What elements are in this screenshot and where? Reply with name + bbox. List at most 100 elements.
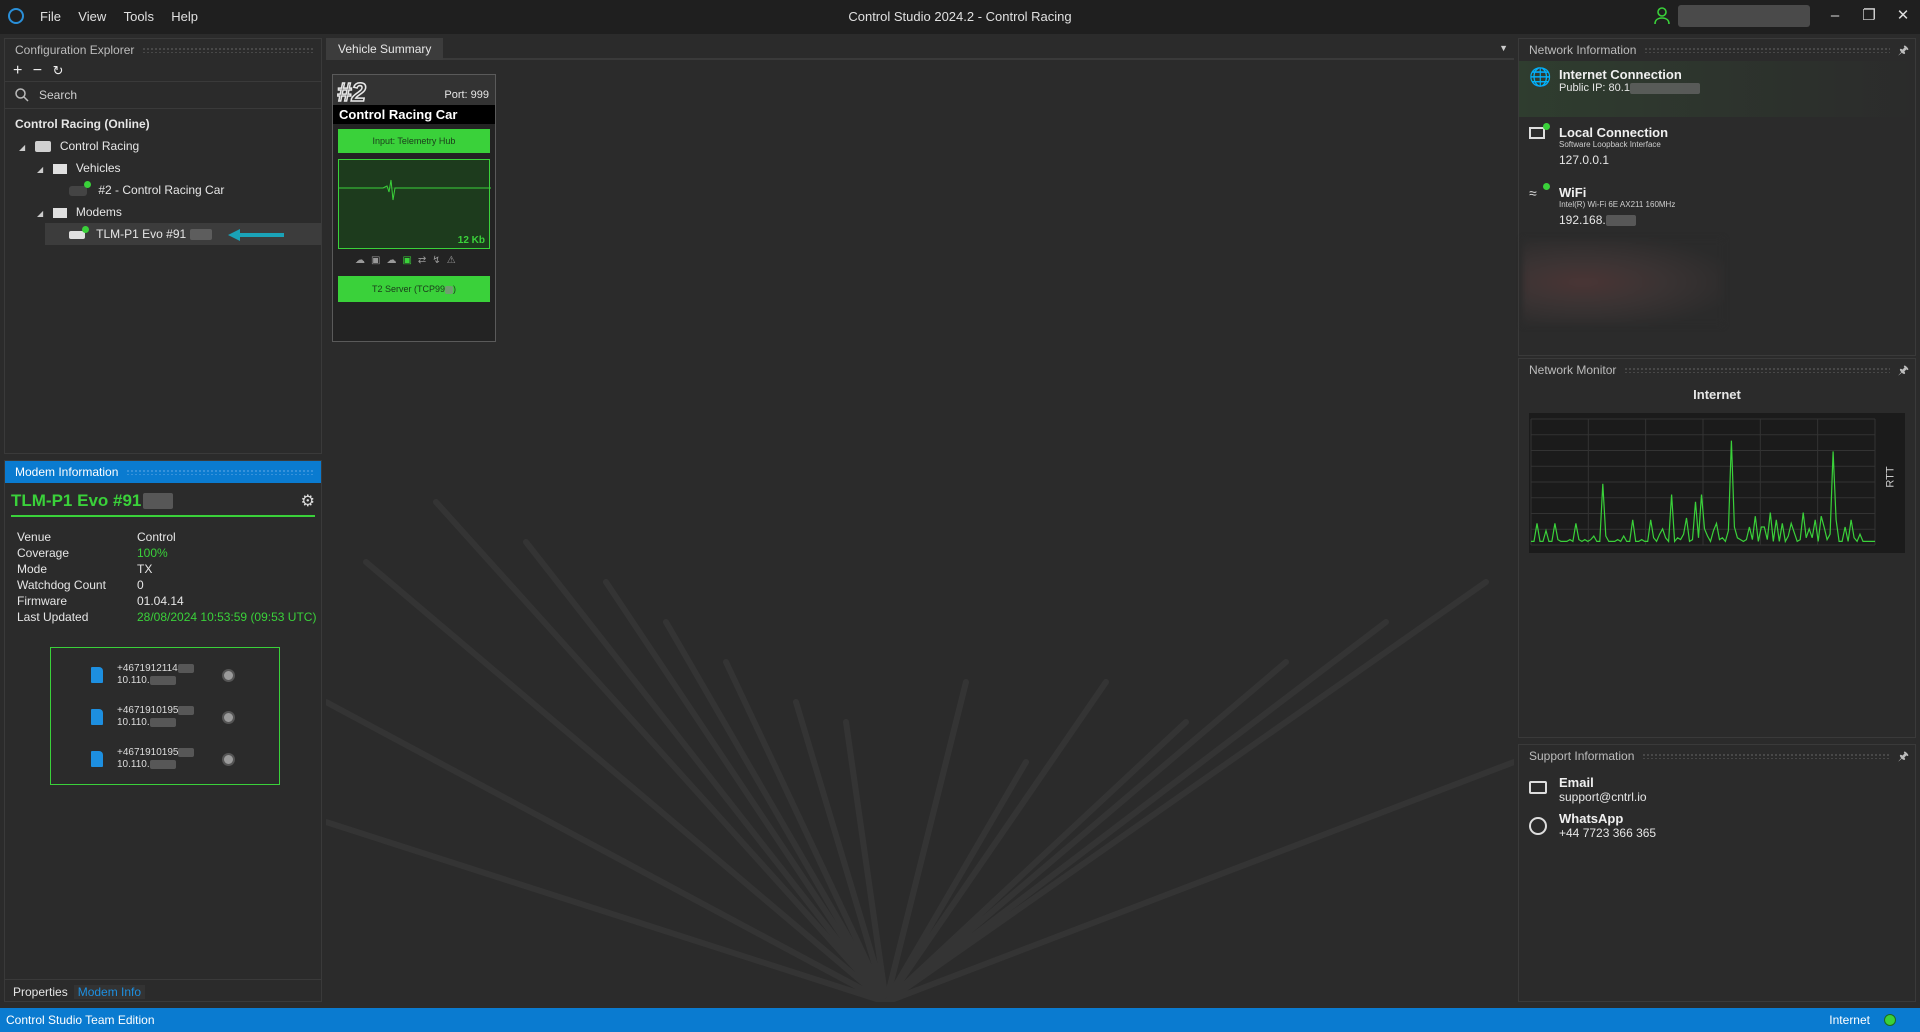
envelope-icon xyxy=(1529,781,1547,794)
wifi-sub: Intel(R) Wi-Fi 6E AX211 160MHz xyxy=(1559,200,1676,209)
pin-icon[interactable]: 🖈 xyxy=(1898,39,1909,61)
modem-field-row: Firmware 01.04.14 xyxy=(17,593,321,609)
sim-card-icon xyxy=(91,709,103,725)
modem-field-value: 100% xyxy=(137,546,168,560)
sim-list: +4671912114 10.110. +4671910195 10.110. +467… xyxy=(50,647,280,785)
support-email: Email support@cntrl.io xyxy=(1529,775,1647,804)
whatsapp-number[interactable]: +44 7723 366 365 xyxy=(1559,826,1656,840)
background-rays xyxy=(326,499,1514,1002)
internet-connection: 🌐 Internet Connection Public IP: 80.1 xyxy=(1529,67,1700,94)
modem-name-row: TLM-P1 Evo #91 ⚙ xyxy=(11,487,315,517)
user-icon[interactable] xyxy=(1654,7,1670,28)
tree-item-org[interactable]: ◢ Control Racing xyxy=(5,135,321,157)
window-controls: – ❐ ✕ xyxy=(1818,6,1920,24)
traffic-amount: 12 Kb xyxy=(457,235,485,246)
modem-field-key: Watchdog Count xyxy=(17,578,106,592)
user-name-redacted xyxy=(1678,5,1810,27)
sim-card-icon xyxy=(91,751,103,767)
wifi-title: WiFi xyxy=(1559,185,1587,200)
server-button[interactable]: T2 Server (TCP99) xyxy=(338,276,490,302)
internet-public-ip: Public IP: 80.1 xyxy=(1559,82,1630,94)
redacted-connection xyxy=(1523,239,1723,325)
laptop-icon: ▣ xyxy=(371,255,387,266)
modem-field-key: Venue xyxy=(17,530,52,544)
modem-field-row: Coverage 100% xyxy=(17,545,321,561)
modem-field-key: Mode xyxy=(17,562,48,576)
sim-row[interactable]: +4671910195 10.110. xyxy=(91,696,279,738)
config-explorer-header: Configuration Explorer xyxy=(5,39,321,61)
pin-icon[interactable]: 🖈 xyxy=(1898,359,1909,381)
modem-information-panel: Modem Information TLM-P1 Evo #91 ⚙ Venue… xyxy=(4,460,322,1002)
tab-vehicle-summary[interactable]: Vehicle Summary xyxy=(326,38,444,60)
maximize-icon[interactable]: ❐ xyxy=(1852,6,1886,24)
modem-field-key: Coverage xyxy=(17,546,70,560)
minimize-icon[interactable]: – xyxy=(1818,7,1852,24)
network-monitor-header: Network Monitor 🖈 xyxy=(1519,359,1915,381)
config-explorer-title: Configuration Explorer xyxy=(15,43,135,57)
internet-title: Internet Connection xyxy=(1559,67,1682,82)
close-icon[interactable]: ✕ xyxy=(1886,6,1920,24)
vehicle-status-icons: ☁▣☁▣⇄↯⚠ xyxy=(355,255,495,271)
sim-status-dot xyxy=(222,668,235,682)
vehicle-card[interactable]: #2 Port: 999 Control Racing Car Input: T… xyxy=(332,74,496,342)
sim-phone: +4671912114 xyxy=(117,663,178,674)
add-icon[interactable]: + xyxy=(13,62,22,79)
pin-icon[interactable]: 🖈 xyxy=(1898,745,1909,767)
sim-phone: +4671910195 xyxy=(117,705,179,716)
tab-properties[interactable]: Properties xyxy=(13,985,68,999)
modem-field-row: Watchdog Count 0 xyxy=(17,577,321,593)
sim-row[interactable]: +4671912114 10.110. xyxy=(91,654,279,696)
cloud-upload-icon: ☁ xyxy=(386,255,403,266)
expand-icon[interactable]: ◢ xyxy=(37,165,43,174)
expand-icon[interactable]: ◢ xyxy=(37,209,43,218)
expand-icon[interactable]: ◢ xyxy=(19,143,25,152)
modem-field-value: 0 xyxy=(137,578,144,592)
traffic-graph: 12 Kb xyxy=(338,159,491,249)
warning-icon: ⚠ xyxy=(446,255,462,266)
search-input[interactable]: Search xyxy=(39,88,77,102)
search-box[interactable]: Search xyxy=(5,81,321,109)
wifi-icon: ≈ xyxy=(1529,185,1537,201)
sim-row[interactable]: +4671910195 10.110. xyxy=(91,738,279,780)
tree-label-org: Control Racing xyxy=(59,139,140,153)
tab-dropdown-icon[interactable]: ▼ xyxy=(1499,43,1508,53)
whatsapp-title: WhatsApp xyxy=(1559,811,1624,826)
sim-ip: 10.110. xyxy=(117,675,150,686)
modem-name: TLM-P1 Evo #91 xyxy=(11,491,142,510)
cloud-download-icon: ☁ xyxy=(355,255,371,266)
sim-ip: 10.110. xyxy=(117,717,150,728)
support-information-panel: Support Information 🖈 Email support@cntrl… xyxy=(1518,744,1916,1002)
tree-item-vehicle[interactable]: #2 - Control Racing Car xyxy=(5,179,321,201)
sim-status-dot xyxy=(222,752,235,766)
tree-item-modems[interactable]: ◢ Modems xyxy=(5,201,321,223)
repeat-icon: ⇄ xyxy=(417,255,433,266)
modem-field-value: 01.04.14 xyxy=(137,594,184,608)
email-address[interactable]: support@cntrl.io xyxy=(1559,790,1647,804)
search-icon xyxy=(15,88,29,102)
server-label: T2 Server (TCP99 xyxy=(371,284,446,294)
bolt-icon: ↯ xyxy=(432,255,447,266)
refresh-icon[interactable]: ↻ xyxy=(53,63,64,78)
modem-field-row: Last Updated 28/08/2024 10:53:59 (09:53 U… xyxy=(17,609,321,625)
modem-field-row: Venue Control xyxy=(17,529,321,545)
input-telemetry-hub-button[interactable]: Input: Telemetry Hub xyxy=(338,129,490,153)
root-label: Control Racing (Online) xyxy=(15,117,150,131)
modem-field-value: TX xyxy=(137,562,153,576)
tab-modem-info[interactable]: Modem Info xyxy=(73,984,146,999)
folder-icon xyxy=(52,207,67,218)
status-edition: Control Studio Team Edition xyxy=(6,1013,155,1027)
modem-fields: Venue Control Coverage 100% Mode TX Watchdog C… xyxy=(5,517,321,625)
network-info-title: Network Information xyxy=(1529,43,1637,57)
remove-icon[interactable]: − xyxy=(33,62,42,79)
wifi-ip: 192.168. xyxy=(1559,213,1606,227)
network-info-header: Network Information 🖈 xyxy=(1519,39,1915,61)
tree-label-vehicles: Vehicles xyxy=(75,161,121,175)
internet-status-indicator xyxy=(1884,1014,1896,1026)
tree-item-vehicles[interactable]: ◢ Vehicles xyxy=(5,157,321,179)
chart-ylabel: RTT xyxy=(1884,466,1897,488)
modem-icon xyxy=(69,225,89,239)
gear-icon[interactable]: ⚙ xyxy=(301,491,315,511)
status-internet-label: Internet xyxy=(1829,1013,1870,1027)
tree-item-modem[interactable]: TLM-P1 Evo #91 xyxy=(45,223,321,245)
modem-field-value: Control xyxy=(137,530,176,544)
